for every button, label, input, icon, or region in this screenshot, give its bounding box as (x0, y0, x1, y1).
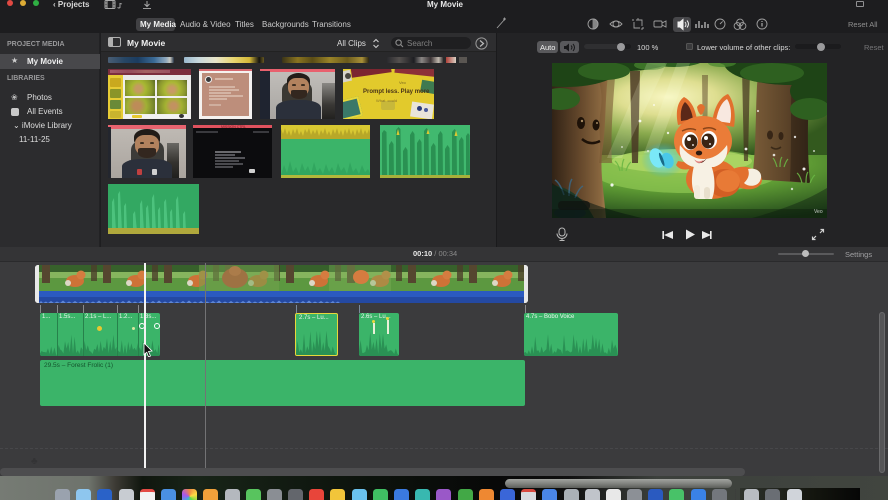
svg-text:Veo: Veo (814, 209, 823, 215)
